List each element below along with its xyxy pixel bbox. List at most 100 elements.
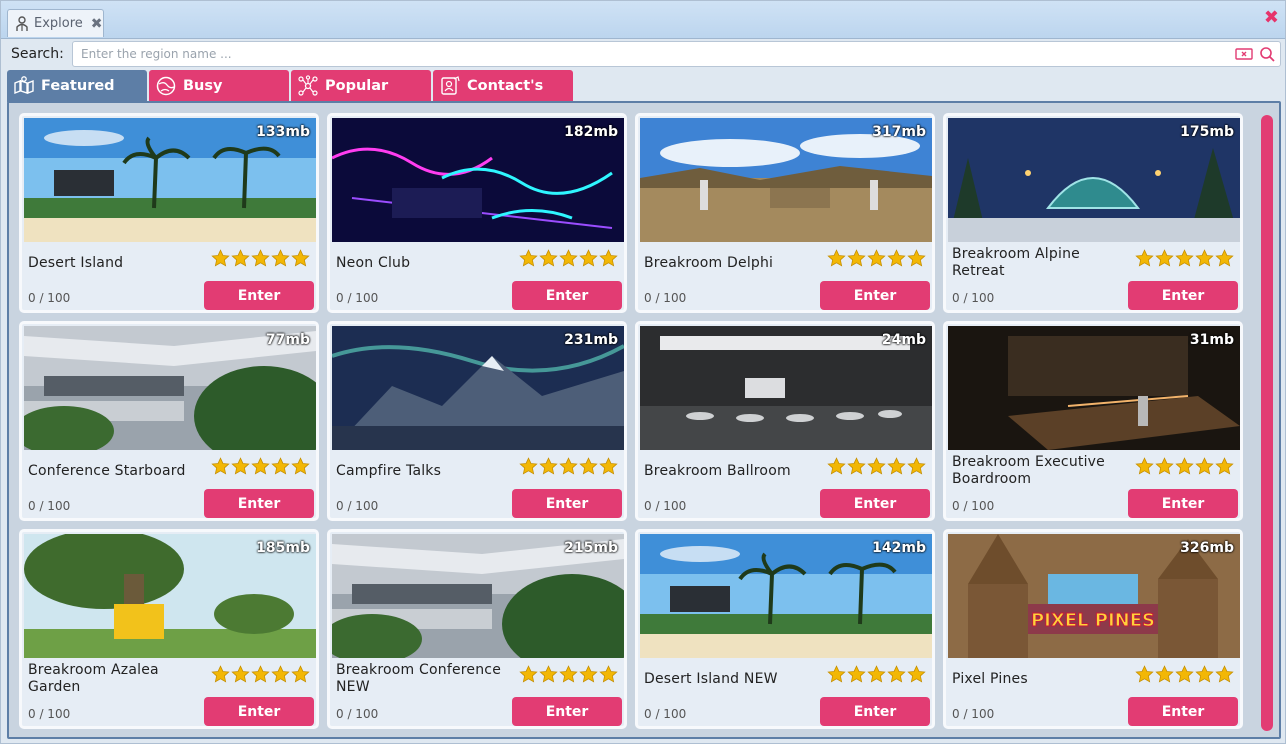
enter-button[interactable]: Enter [820, 281, 930, 310]
star-icon [1175, 665, 1194, 688]
contacts-icon [439, 75, 461, 97]
region-size: 77mb [265, 332, 310, 348]
star-icon [1215, 457, 1234, 480]
enter-button[interactable]: Enter [1128, 697, 1238, 726]
tab-contacts[interactable]: Contact's [433, 70, 573, 102]
star-icon [251, 249, 270, 272]
region-thumbnail[interactable]: 77mb [24, 326, 316, 450]
clear-search-icon[interactable] [1235, 46, 1253, 62]
region-thumbnail[interactable]: 133mb [24, 118, 316, 242]
enter-button[interactable]: Enter [512, 281, 622, 310]
region-thumbnail[interactable]: 215mb [332, 534, 624, 658]
star-icon [579, 665, 598, 688]
region-thumbnail[interactable]: 317mb [640, 118, 932, 242]
star-icon [539, 665, 558, 688]
region-card[interactable]: 215mb Breakroom Conference NEW 0 / 100 Ente… [327, 529, 627, 729]
star-icon [211, 665, 230, 688]
enter-button[interactable]: Enter [512, 697, 622, 726]
title-bar: Explore ✖ ✖ [1, 1, 1285, 39]
visitor-count: 0 / 100 [644, 499, 687, 513]
star-icon [1175, 249, 1194, 272]
scrollbar[interactable] [1261, 115, 1273, 731]
star-rating [827, 457, 926, 480]
star-icon [1215, 249, 1234, 272]
star-icon [211, 249, 230, 272]
region-card[interactable]: 231mb Campfire Talks 0 / 100 Enter [327, 321, 627, 521]
region-card[interactable]: 31mb Breakroom Executive Boardroom 0 / 100… [943, 321, 1243, 521]
region-card[interactable]: 24mb Breakroom Ballroom 0 / 100 Enter [635, 321, 935, 521]
region-thumbnail[interactable]: 31mb [948, 326, 1240, 450]
enter-button[interactable]: Enter [512, 489, 622, 518]
star-icon [579, 249, 598, 272]
star-icon [271, 249, 290, 272]
region-card[interactable]: 175mb Breakroom Alpine Retreat 0 / 100 Ente… [943, 113, 1243, 313]
user-network-icon [14, 15, 30, 32]
region-name: Breakroom Executive Boardroom [952, 454, 1105, 487]
tab-featured[interactable]: Featured [7, 70, 147, 102]
star-rating [211, 457, 310, 480]
star-icon [867, 457, 886, 480]
enter-button[interactable]: Enter [1128, 489, 1238, 518]
region-size: 24mb [881, 332, 926, 348]
region-card[interactable]: 182mb Neon Club 0 / 100 Enter [327, 113, 627, 313]
enter-button[interactable]: Enter [820, 697, 930, 726]
enter-button[interactable]: Enter [204, 281, 314, 310]
map-icon [13, 75, 35, 97]
search-row: Search: [1, 39, 1285, 69]
star-icon [1175, 457, 1194, 480]
explore-window: Explore ✖ ✖ Search: Enter the region nam… [0, 0, 1286, 744]
star-icon [1195, 457, 1214, 480]
star-icon [211, 457, 230, 480]
enter-button[interactable]: Enter [204, 489, 314, 518]
region-size: 231mb [564, 332, 618, 348]
search-icon[interactable] [1258, 46, 1276, 62]
star-rating [1135, 665, 1234, 688]
scrollbar-thumb[interactable] [1261, 115, 1273, 731]
region-card[interactable]: 142mb Desert Island NEW 0 / 100 Enter [635, 529, 935, 729]
star-icon [867, 249, 886, 272]
region-thumbnail[interactable]: 24mb [640, 326, 932, 450]
enter-button[interactable]: Enter [1128, 281, 1238, 310]
region-size: 133mb [256, 124, 310, 140]
close-x-icon[interactable]: ✖ [1264, 8, 1279, 28]
star-icon [291, 665, 310, 688]
region-size: 317mb [872, 124, 926, 140]
star-icon [1135, 249, 1154, 272]
region-name: Desert Island NEW [644, 670, 778, 687]
region-thumbnail[interactable]: 185mb [24, 534, 316, 658]
star-icon [1195, 249, 1214, 272]
star-icon [887, 665, 906, 688]
enter-button[interactable]: Enter [204, 697, 314, 726]
tab-popular[interactable]: Popular [291, 70, 431, 102]
region-name: Breakroom Ballroom [644, 462, 791, 479]
regions-grid: 133mb Desert Island 0 / 100 Enter 182mb Neon … [19, 113, 1247, 733]
tab-featured-label: Featured [41, 78, 115, 94]
region-thumbnail[interactable]: 182mb [332, 118, 624, 242]
region-card[interactable]: 185mb Breakroom Azalea Garden 0 / 100 Enter [19, 529, 319, 729]
region-card[interactable]: PIXEL PINES 326mb Pixel Pines 0 / 100 Enter [943, 529, 1243, 729]
tab-popular-label: Popular [325, 78, 389, 94]
star-icon [251, 457, 270, 480]
region-card[interactable]: 317mb Breakroom Delphi 0 / 100 Enter [635, 113, 935, 313]
region-thumbnail[interactable]: PIXEL PINES 326mb [948, 534, 1240, 658]
region-thumbnail[interactable]: 175mb [948, 118, 1240, 242]
explore-window-tab[interactable]: Explore ✖ [7, 9, 104, 37]
visitor-count: 0 / 100 [336, 499, 379, 513]
region-name: Pixel Pines [952, 670, 1028, 687]
tab-close-icon[interactable]: ✖ [91, 16, 103, 32]
search-input[interactable] [73, 42, 1213, 66]
star-icon [579, 457, 598, 480]
region-name: Conference Starboard [28, 462, 186, 479]
globe-icon [155, 75, 177, 97]
region-name: Neon Club [336, 254, 411, 271]
visitor-count: 0 / 100 [336, 707, 379, 721]
enter-button[interactable]: Enter [820, 489, 930, 518]
visitor-count: 0 / 100 [644, 291, 687, 305]
region-card[interactable]: 77mb Conference Starboard 0 / 100 Enter [19, 321, 319, 521]
region-card[interactable]: 133mb Desert Island 0 / 100 Enter [19, 113, 319, 313]
region-thumbnail[interactable]: 142mb [640, 534, 932, 658]
tab-busy[interactable]: Busy [149, 70, 289, 102]
region-thumbnail[interactable]: 231mb [332, 326, 624, 450]
tab-contacts-label: Contact's [467, 78, 544, 94]
star-icon [599, 249, 618, 272]
